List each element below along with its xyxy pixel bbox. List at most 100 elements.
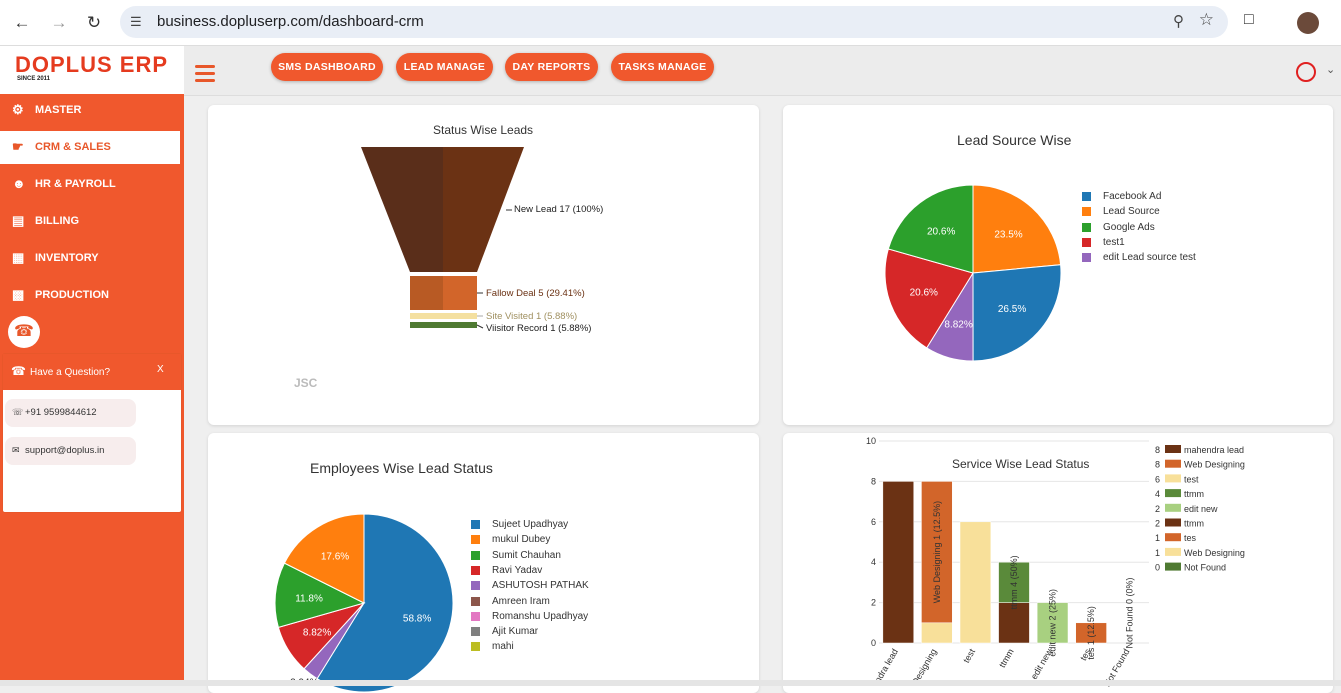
address-bar[interactable]: ☰ business.dopluserp.com/dashboard-crm ⚲… xyxy=(120,6,1228,38)
funnel-stage-new-lead[interactable] xyxy=(361,147,443,272)
url-text[interactable]: business.dopluserp.com/dashboard-crm xyxy=(157,13,424,30)
legend-label: Google Ads xyxy=(1103,221,1155,233)
site-settings-icon[interactable]: ☰ xyxy=(130,14,142,30)
pie-data-label: 23.5% xyxy=(994,229,1022,240)
pie-data-label: 8.82% xyxy=(303,628,331,639)
zoom-icon[interactable]: ⚲ xyxy=(1173,12,1184,30)
legend-label: Ajit Kumar xyxy=(492,626,539,638)
day-reports-button[interactable]: DAY REPORTS xyxy=(505,53,598,81)
funnel-stage-visitor-record[interactable] xyxy=(410,322,477,328)
legend-item-not-found[interactable]: Not Found xyxy=(1184,563,1226,573)
logo-since: SINCE 2011 xyxy=(17,76,51,82)
legend-item-web-designing[interactable]: Web Designing xyxy=(1184,548,1245,558)
legend-item-tes[interactable]: tes xyxy=(1184,533,1197,543)
legend-swatch xyxy=(1165,547,1181,556)
sidebar-item-label: PRODUCTION xyxy=(35,289,109,301)
legend-item-test[interactable]: test xyxy=(1184,474,1199,484)
legend-label: Sujeet Upadhyay xyxy=(492,519,569,530)
legend-swatch xyxy=(1082,207,1091,217)
sidebar-item-master[interactable]: ⚙ MASTER xyxy=(0,94,184,127)
sidebar-item-label: CRM & SALES xyxy=(35,141,111,153)
bookmark-star-icon[interactable]: ☆ xyxy=(1199,10,1214,30)
warehouse-icon: ▦ xyxy=(12,250,25,265)
legend-label: Sumit Chauhan xyxy=(492,549,561,561)
browser-toolbar: ← → ↻ ☰ business.dopluserp.com/dashboard… xyxy=(0,0,1341,46)
browser-profile-avatar[interactable] xyxy=(1297,12,1319,34)
legend-value: 2 xyxy=(1155,504,1160,514)
pie-data-label: 58.8% xyxy=(403,614,431,625)
sidebar-item-label: HR & PAYROLL xyxy=(35,178,116,190)
funnel-stage-fallow-deal[interactable] xyxy=(410,276,443,310)
legend-swatch xyxy=(1082,222,1091,232)
bar-data-label: Web Designing 1 (12.5%) xyxy=(932,501,942,603)
legend-swatch xyxy=(1165,445,1181,453)
funnel-label-visitor-record: Viisitor Record 1 (5.88%) xyxy=(486,323,592,334)
y-tick-label: 0 xyxy=(871,638,876,648)
legend-swatch xyxy=(1082,192,1091,201)
sidebar-item-crm-sales[interactable]: ☛ CRM & SALES xyxy=(0,131,180,164)
pie-data-label: 8.82% xyxy=(944,319,972,330)
sidebar-item-label: INVENTORY xyxy=(35,252,99,264)
legend-value: 2 xyxy=(1155,519,1160,529)
y-tick-label: 8 xyxy=(871,476,876,486)
legend-value: 0 xyxy=(1155,563,1160,573)
sidebar-item-inventory[interactable]: ▦ INVENTORY xyxy=(0,242,184,275)
bar-test[interactable] xyxy=(959,521,992,644)
sidebar-item-hr-payroll[interactable]: ☻ HR & PAYROLL xyxy=(0,168,184,201)
legend-value: 1 xyxy=(1155,533,1160,543)
legend-swatch xyxy=(1082,253,1091,263)
back-arrow-icon[interactable]: ← xyxy=(10,11,34,35)
funnel-stage-fallow-deal-right[interactable] xyxy=(443,276,477,310)
legend-item-ttmm[interactable]: ttmm xyxy=(1184,489,1204,499)
legend-label: mahi xyxy=(492,641,514,653)
legend-value: 6 xyxy=(1155,474,1160,484)
pie-data-label: 20.6% xyxy=(910,288,938,299)
sidebar-item-billing[interactable]: ▤ BILLING xyxy=(0,205,184,238)
user-account-icon[interactable] xyxy=(1296,62,1316,82)
bar-mahendra-lead[interactable] xyxy=(882,481,914,644)
legend-swatch xyxy=(471,520,480,529)
pie-data-label: 11.8% xyxy=(295,593,323,604)
tasks-manage-button[interactable]: TASKS MANAGE xyxy=(611,53,714,81)
close-icon[interactable]: X xyxy=(157,364,164,375)
service-wise-lead-status-card: 0 2 4 6 8 10 ndra lead Web Designing 1 (12.5%) D… xyxy=(783,433,1333,693)
legend-swatch xyxy=(1165,474,1181,483)
bar-data-label: edit new 2 (25%) xyxy=(1048,589,1058,657)
funnel-stage-site-visited[interactable] xyxy=(410,313,477,319)
forward-arrow-icon[interactable]: → xyxy=(47,11,71,35)
y-tick-label: 6 xyxy=(871,517,876,527)
jsc-watermark: JSC xyxy=(294,376,318,390)
menu-toggle-icon[interactable] xyxy=(195,65,215,86)
headset-icon[interactable]: ☎ xyxy=(8,316,40,348)
legend-value: 8 xyxy=(1155,445,1160,455)
email-contact[interactable]: ✉ support@doplus.in xyxy=(5,437,136,465)
legend-item-web-designing[interactable]: Web Designing xyxy=(1184,460,1245,470)
doplus-erp-logo[interactable]: DOPLUS ERP SINCE 2011 xyxy=(0,46,184,94)
sidebar-item-production[interactable]: ▩ PRODUCTION xyxy=(0,279,184,312)
lead-manage-button[interactable]: LEAD MANAGE xyxy=(396,53,493,81)
sidebar: ⚙ MASTER ☛ CRM & SALES ☻ HR & PAYROLL ▤ … xyxy=(0,94,184,686)
legend-value: 4 xyxy=(1155,489,1160,499)
y-tick-label: 2 xyxy=(871,598,876,608)
bar-web-designing[interactable] xyxy=(921,622,953,644)
headset-icon: ☎ xyxy=(11,364,26,378)
phone-contact[interactable]: ☏ +91 9599844612 xyxy=(5,399,136,427)
legend-label: edit Lead source test xyxy=(1103,252,1196,264)
legend-label: test1 xyxy=(1103,236,1125,248)
question-box-title: Have a Question? xyxy=(30,367,111,378)
x-tick-label: ndra lead xyxy=(873,647,900,685)
legend-label: ASHUTOSH PATHAK xyxy=(492,580,589,592)
extensions-icon[interactable]: □ xyxy=(1244,11,1254,29)
pie-data-label: 17.6% xyxy=(321,552,349,563)
sms-dashboard-button[interactable]: SMS DASHBOARD xyxy=(271,53,383,81)
reload-icon[interactable]: ↻ xyxy=(82,11,106,35)
people-icon: ☻ xyxy=(12,176,26,191)
email-address: support@doplus.in xyxy=(25,445,105,456)
legend-item-ttmm[interactable]: ttmm xyxy=(1184,519,1204,529)
legend-item-mahendra-lead[interactable]: mahendra lead xyxy=(1184,445,1244,455)
legend-item-edit-new[interactable]: edit new xyxy=(1184,504,1218,514)
legend-swatch xyxy=(471,627,480,637)
chevron-down-icon[interactable]: ⌄ xyxy=(1326,63,1335,76)
legend-swatch xyxy=(1082,237,1091,247)
question-box: ☎ Have a Question? X ☏ +91 9599844612 ✉ … xyxy=(2,353,182,513)
